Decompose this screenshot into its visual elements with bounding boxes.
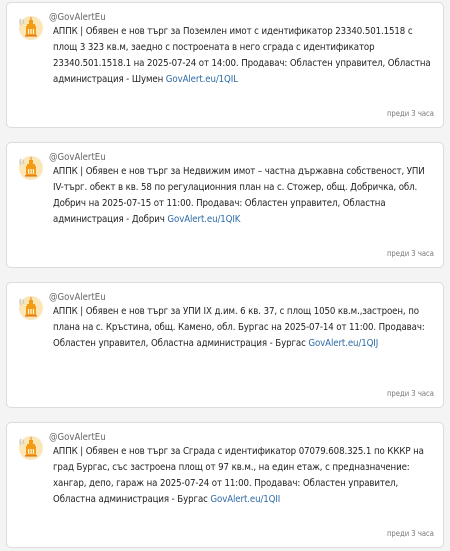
- post-link[interactable]: GovAlert.eu/1QIK: [167, 214, 240, 225]
- post-text: АППК | Обявен е нов търг за Поземлен имо…: [53, 24, 431, 88]
- post-timestamp: преди 3 часа: [386, 389, 434, 398]
- post-timestamp: преди 3 часа: [386, 249, 434, 258]
- post-handle[interactable]: @GovAlertEu: [49, 292, 106, 303]
- post-handle[interactable]: @GovAlertEu: [49, 12, 106, 23]
- post-link[interactable]: GovAlert.eu/1QIL: [166, 74, 238, 85]
- post-card: @GovAlertEu АППК | Обявен е нов търг за …: [6, 282, 444, 408]
- post-card: @GovAlertEu АППК | Обявен е нов търг за …: [6, 422, 444, 548]
- post-card: @GovAlertEu АППК | Обявен е нов търг за …: [6, 2, 444, 128]
- govalert-logo-icon[interactable]: [17, 153, 45, 181]
- post-link[interactable]: GovAlert.eu/1QIJ: [308, 338, 378, 349]
- govalert-logo-icon[interactable]: [17, 13, 45, 41]
- post-timestamp: преди 3 часа: [386, 109, 434, 118]
- post-card: @GovAlertEu АППК | Обявен е нов търг за …: [6, 142, 444, 268]
- alert-feed: @GovAlertEu АППК | Обявен е нов търг за …: [0, 0, 450, 551]
- govalert-logo-icon[interactable]: [17, 433, 45, 461]
- post-handle[interactable]: @GovAlertEu: [49, 432, 106, 443]
- post-text: АППК | Обявен е нов търг за Недвижим имо…: [53, 164, 431, 228]
- post-timestamp: преди 3 часа: [386, 529, 434, 538]
- post-text-content: АППК | Обявен е нов търг за Поземлен имо…: [53, 26, 431, 85]
- post-link[interactable]: GovAlert.eu/1QII: [210, 494, 280, 505]
- post-text: АППК | Обявен е нов търг за УПИ IX д.им.…: [53, 304, 431, 352]
- post-text: АППК | Обявен е нов търг за Сграда с иде…: [53, 444, 431, 508]
- govalert-logo-icon[interactable]: [17, 293, 45, 321]
- post-handle[interactable]: @GovAlertEu: [49, 152, 106, 163]
